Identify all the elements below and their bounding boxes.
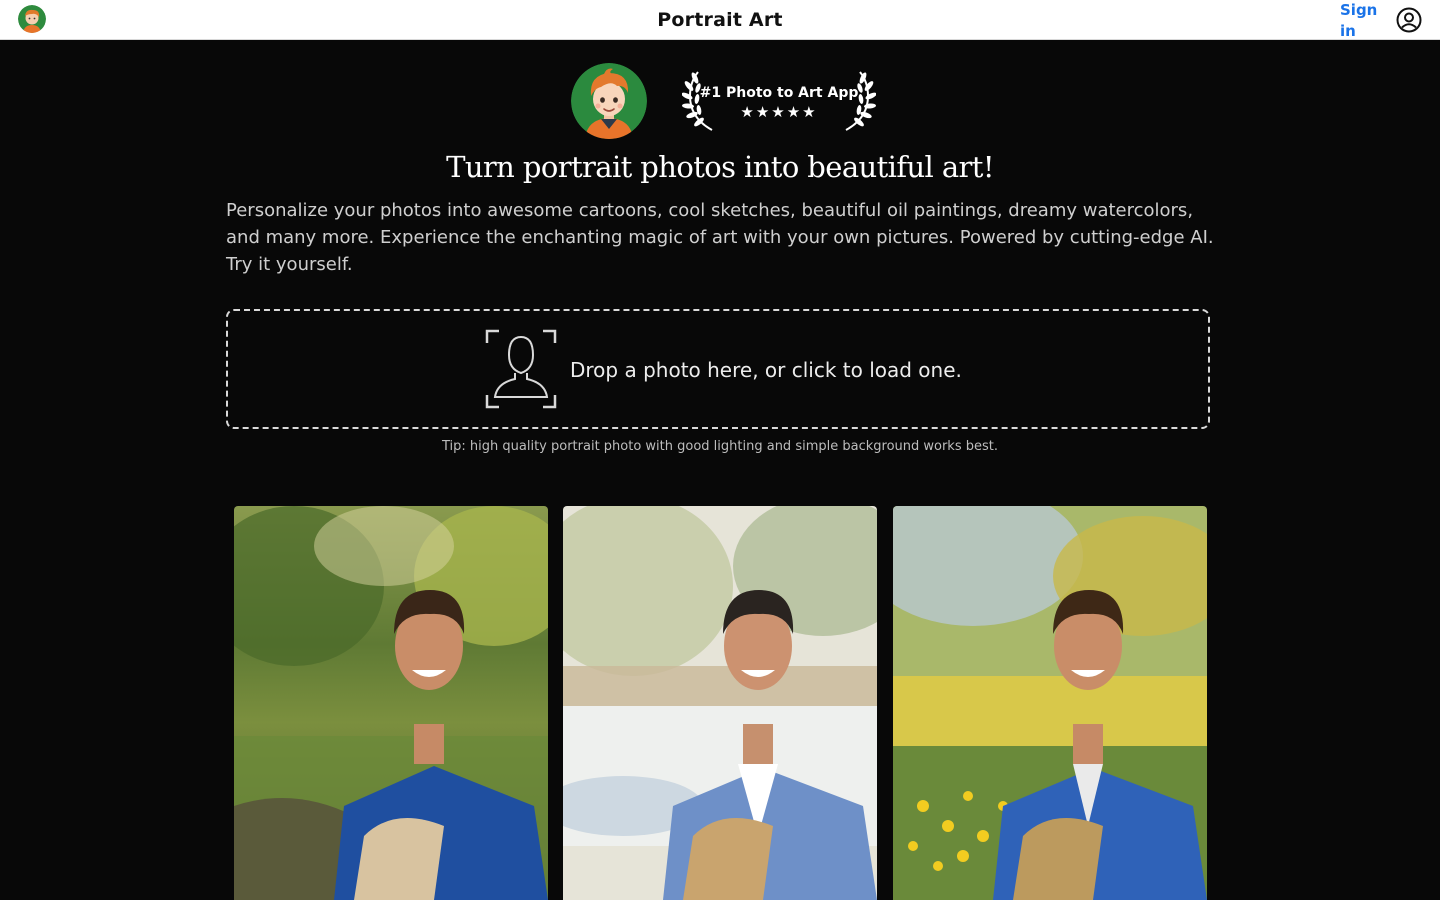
intro-description: Personalize your photos into awesome car… [226,200,1214,275]
award-badge: #1 Photo to Art App ★★★★★ [682,70,876,132]
award-text: #1 Photo to Art App [699,85,859,101]
photo-drop-zone[interactable]: Drop a photo here, or click to load one. [226,309,1210,429]
laurel-left-icon [682,71,713,131]
oil-painting-image [893,506,1207,900]
rating-stars-icon: ★★★★★ [740,103,818,121]
gallery-item-photo[interactable] [234,506,548,900]
gallery-item-oil-painting[interactable] [893,506,1207,900]
sign-in-link[interactable]: Sign in [1340,0,1384,42]
portrait-frame-icon [485,329,557,409]
top-bar: Portrait Art Sign in [0,0,1440,40]
laurel-right-icon [845,71,876,131]
original-photo-image [234,506,548,900]
app-title: Portrait Art [657,9,783,31]
watercolor-painting-image [563,506,877,900]
account-icon[interactable] [1396,7,1422,33]
gallery-item-watercolor[interactable] [563,506,877,900]
mascot-avatar [571,63,647,139]
upload-tip: Tip: high quality portrait photo with go… [442,439,998,454]
page-headline: Turn portrait photos into beautiful art! [446,150,994,184]
drop-prompt: Drop a photo here, or click to load one. [570,358,962,382]
